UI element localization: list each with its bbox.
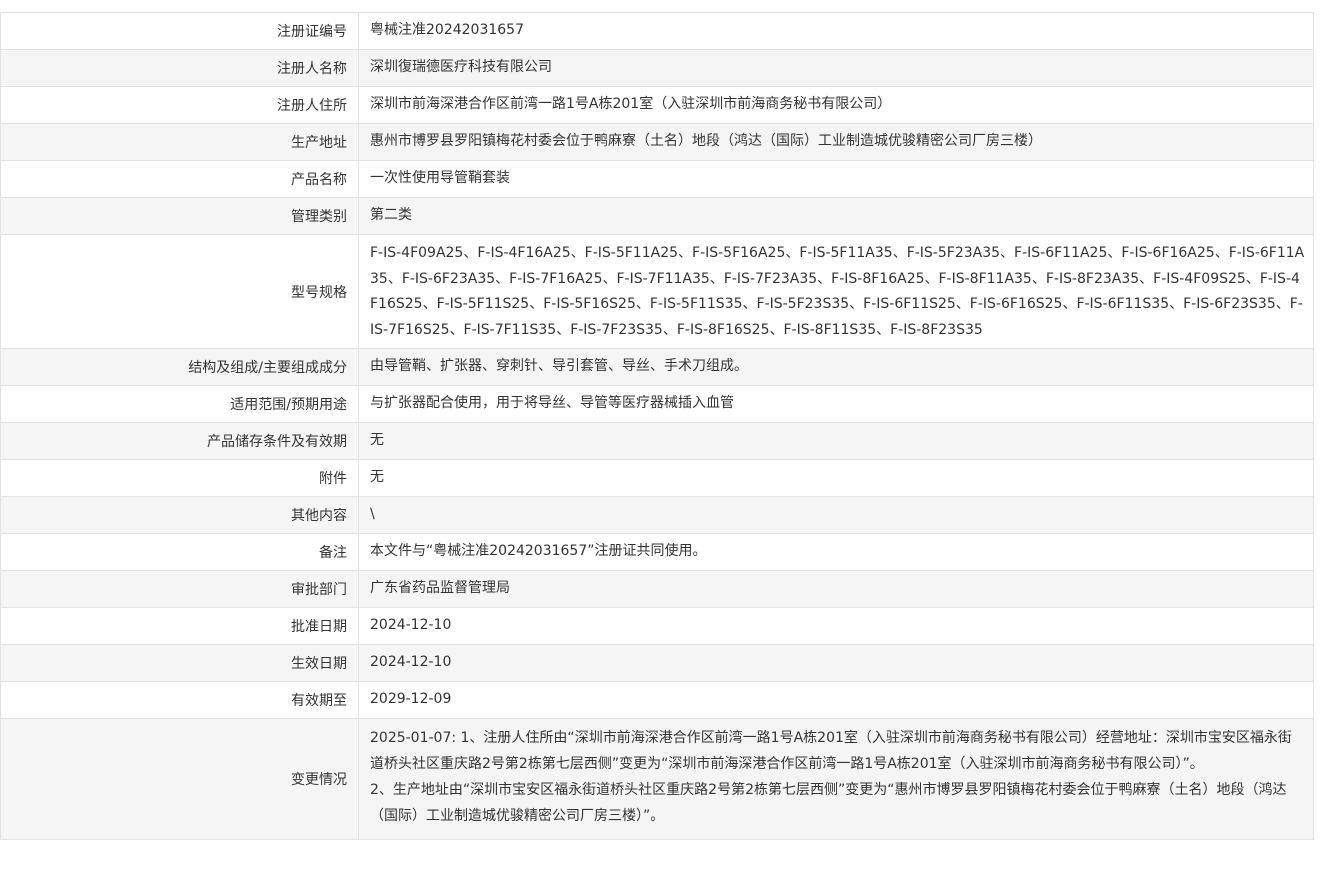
row-expiry-date: 有效期至 2029-12-09	[0, 681, 1314, 719]
row-value: 广东省药品监督管理局	[358, 570, 1314, 608]
change-entry-2: 2、生产地址由“深圳市宝安区福永街道桥头社区重庆路2号第2栋第七层西侧”变更为“…	[370, 782, 1287, 824]
row-value: 深圳復瑞德医疗科技有限公司	[358, 49, 1314, 87]
row-label: 变更情况	[0, 718, 359, 840]
row-label: 注册人住所	[0, 86, 359, 124]
row-label: 生效日期	[0, 644, 359, 682]
row-value: 本文件与“粤械注准20242031657”注册证共同使用。	[358, 533, 1314, 571]
row-value: 惠州市博罗县罗阳镇梅花村委会位于鸭麻寮（土名）地段（鸿达（国际）工业制造城优骏精…	[358, 123, 1314, 161]
row-label: 备注	[0, 533, 359, 571]
row-value: 2029-12-09	[358, 681, 1314, 719]
row-effective-date: 生效日期 2024-12-10	[0, 644, 1314, 682]
row-value: 第二类	[358, 197, 1314, 235]
row-approval-date: 批准日期 2024-12-10	[0, 607, 1314, 645]
row-registrant-address: 注册人住所 深圳市前海深港合作区前湾一路1号A栋201室（入驻深圳市前海商务秘书…	[0, 86, 1314, 124]
row-value: 2024-12-10	[358, 607, 1314, 645]
row-attachments: 附件 无	[0, 459, 1314, 497]
row-label: 生产地址	[0, 123, 359, 161]
row-remarks: 备注 本文件与“粤械注准20242031657”注册证共同使用。	[0, 533, 1314, 571]
row-value: 深圳市前海深港合作区前湾一路1号A栋201室（入驻深圳市前海商务秘书有限公司）	[358, 86, 1314, 124]
row-registration-number: 注册证编号 粤械注准20242031657	[0, 12, 1314, 50]
row-change-history: 变更情况 2025-01-07: 1、注册人住所由“深圳市前海深港合作区前湾一路…	[0, 718, 1314, 840]
row-label: 适用范围/预期用途	[0, 385, 359, 423]
row-value: 由导管鞘、扩张器、穿刺针、导引套管、导丝、手术刀组成。	[358, 348, 1314, 386]
row-value: F-IS-4F09A25、F-IS-4F16A25、F-IS-5F11A25、F…	[358, 234, 1314, 349]
row-value: \	[358, 496, 1314, 534]
row-label: 其他内容	[0, 496, 359, 534]
row-label: 审批部门	[0, 570, 359, 608]
row-management-category: 管理类别 第二类	[0, 197, 1314, 235]
row-product-name: 产品名称 一次性使用导管鞘套装	[0, 160, 1314, 198]
row-label: 型号规格	[0, 234, 359, 349]
row-label: 产品名称	[0, 160, 359, 198]
row-label: 注册证编号	[0, 12, 359, 50]
row-label: 注册人名称	[0, 49, 359, 87]
row-model-specifications: 型号规格 F-IS-4F09A25、F-IS-4F16A25、F-IS-5F11…	[0, 234, 1314, 349]
row-registrant-name: 注册人名称 深圳復瑞德医疗科技有限公司	[0, 49, 1314, 87]
row-storage-validity: 产品储存条件及有效期 无	[0, 422, 1314, 460]
row-other-content: 其他内容 \	[0, 496, 1314, 534]
row-value: 一次性使用导管鞘套装	[358, 160, 1314, 198]
row-label: 附件	[0, 459, 359, 497]
row-value: 无	[358, 422, 1314, 460]
row-intended-use: 适用范围/预期用途 与扩张器配合使用，用于将导丝、导管等医疗器械插入血管	[0, 385, 1314, 423]
row-label: 产品储存条件及有效期	[0, 422, 359, 460]
row-value: 2024-12-10	[358, 644, 1314, 682]
row-value: 无	[358, 459, 1314, 497]
registration-detail-table: 注册证编号 粤械注准20242031657 注册人名称 深圳復瑞德医疗科技有限公…	[0, 12, 1314, 840]
row-approval-department: 审批部门 广东省药品监督管理局	[0, 570, 1314, 608]
row-label: 有效期至	[0, 681, 359, 719]
row-label: 结构及组成/主要组成成分	[0, 348, 359, 386]
change-history-value: 2025-01-07: 1、注册人住所由“深圳市前海深港合作区前湾一路1号A栋2…	[358, 718, 1314, 840]
row-production-address: 生产地址 惠州市博罗县罗阳镇梅花村委会位于鸭麻寮（土名）地段（鸿达（国际）工业制…	[0, 123, 1314, 161]
row-value: 粤械注准20242031657	[358, 12, 1314, 50]
row-label: 批准日期	[0, 607, 359, 645]
row-structure-composition: 结构及组成/主要组成成分 由导管鞘、扩张器、穿刺针、导引套管、导丝、手术刀组成。	[0, 348, 1314, 386]
row-label: 管理类别	[0, 197, 359, 235]
row-value: 与扩张器配合使用，用于将导丝、导管等医疗器械插入血管	[358, 385, 1314, 423]
change-entry-1: 2025-01-07: 1、注册人住所由“深圳市前海深港合作区前湾一路1号A栋2…	[370, 730, 1292, 772]
